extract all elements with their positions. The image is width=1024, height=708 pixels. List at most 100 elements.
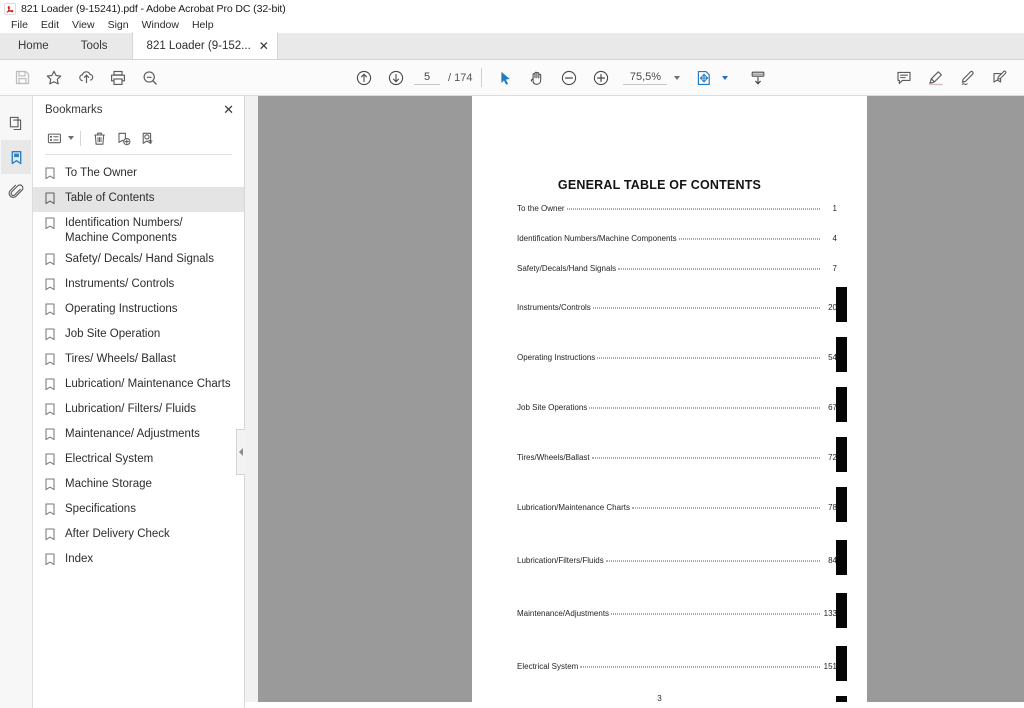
bookmark-item-to-the-owner[interactable]: To The Owner (33, 162, 244, 187)
viewer-bottom-strip (245, 702, 1024, 708)
bookmark-label: Operating Instructions (65, 303, 178, 315)
bookmark-icon (45, 300, 61, 321)
zoom-level-value[interactable]: 75,5% (623, 71, 668, 85)
section-thumb-tab (836, 387, 847, 422)
toc-leader-dots (618, 264, 820, 270)
options-chevron-down-icon[interactable] (68, 136, 74, 140)
document-viewer[interactable]: GENERAL TABLE OF CONTENTS To the Owner 1 I… (245, 96, 1024, 708)
section-thumb-tab (836, 487, 847, 522)
print-icon[interactable] (102, 63, 134, 93)
star-icon[interactable] (38, 63, 70, 93)
toc-entry[interactable]: Identification Numbers/Machine Component… (517, 234, 837, 243)
toc-entry-page: 1 (832, 204, 837, 213)
close-icon[interactable]: ✕ (219, 104, 238, 117)
bookmarks-list[interactable]: To The Owner Table of Contents Identific… (33, 159, 244, 708)
bookmark-label: Maintenance/ Adjustments (65, 428, 200, 440)
section-thumb-tab (836, 287, 847, 322)
scroll-mode-icon[interactable] (742, 63, 774, 93)
menu-view[interactable]: View (66, 17, 102, 33)
menu-window[interactable]: Window (136, 17, 186, 33)
tab-home[interactable]: Home (0, 32, 67, 59)
menu-file[interactable]: File (5, 17, 35, 33)
highlight-bookmark-icon[interactable] (135, 127, 159, 149)
toc-entry[interactable]: Electrical System 151 (517, 662, 837, 671)
bookmark-item-specifications[interactable]: Specifications (33, 498, 244, 523)
menu-edit[interactable]: Edit (35, 17, 66, 33)
toc-entry-label: Safety/Decals/Hand Signals (517, 264, 617, 273)
toc-entry[interactable]: Operating Instructions 54 (517, 353, 837, 362)
zoom-level-control[interactable]: 75,5% (623, 71, 681, 85)
toc-leader-dots (605, 556, 820, 562)
page-navigation: 5 / 174 (414, 71, 472, 85)
tab-document[interactable]: 821 Loader (9-152... ✕ (131, 32, 278, 59)
section-thumb-tab (836, 337, 847, 372)
toc-entry[interactable]: Safety/Decals/Hand Signals 7 (517, 264, 837, 273)
menu-sign[interactable]: Sign (102, 17, 136, 33)
search-icon[interactable] (134, 63, 166, 93)
comment-icon[interactable] (888, 63, 920, 93)
zoom-out-icon[interactable] (553, 63, 585, 93)
title-bar: 821 Loader (9-15241).pdf - Adobe Acrobat… (0, 0, 1024, 17)
fit-page-chevron-down-icon[interactable] (722, 75, 729, 80)
toc-entry[interactable]: Instruments/Controls 20 (517, 303, 837, 312)
toc-leader-dots (589, 403, 820, 409)
bookmark-item-safety-decals-hand-signals[interactable]: Safety/ Decals/ Hand Signals (33, 248, 244, 273)
menu-bar: File Edit View Sign Window Help (0, 17, 1024, 33)
toc-leader-dots (592, 303, 820, 309)
toc-entry-page: 7 (832, 264, 837, 273)
previous-page-icon[interactable] (348, 63, 380, 93)
save-icon[interactable] (6, 63, 38, 93)
draw-icon[interactable] (952, 63, 984, 93)
bookmark-icon (45, 250, 61, 271)
bookmark-item-maintenance-adjustments[interactable]: Maintenance/ Adjustments (33, 423, 244, 448)
delete-bookmark-icon[interactable] (87, 127, 111, 149)
tab-tools[interactable]: Tools (67, 32, 122, 59)
toc-leader-dots (631, 503, 820, 509)
bookmark-item-machine-storage[interactable]: Machine Storage (33, 473, 244, 498)
panel-collapse-handle[interactable] (236, 429, 245, 475)
navigation-rail (0, 96, 33, 708)
bookmark-item-tires-wheels-ballast[interactable]: Tires/ Wheels/ Ballast (33, 348, 244, 373)
new-bookmark-icon[interactable] (111, 127, 135, 149)
toc-entry[interactable]: To the Owner 1 (517, 204, 837, 213)
attachments-icon[interactable] (1, 174, 31, 208)
zoom-in-icon[interactable] (585, 63, 617, 93)
toc-entry[interactable]: Tires/Wheels/Ballast 72 (517, 453, 837, 462)
menu-help[interactable]: Help (186, 17, 221, 33)
toc-leader-dots (591, 453, 820, 459)
cloud-upload-icon[interactable] (70, 63, 102, 93)
pdf-page: GENERAL TABLE OF CONTENTS To the Owner 1 I… (472, 96, 867, 708)
toc-entry[interactable]: Lubrication/Maintenance Charts 78 (517, 503, 837, 512)
cursor-select-icon[interactable] (489, 63, 521, 93)
close-icon[interactable]: ✕ (259, 40, 269, 52)
fit-page-icon[interactable] (688, 63, 720, 93)
bookmark-item-operating-instructions[interactable]: Operating Instructions (33, 298, 244, 323)
next-page-icon[interactable] (380, 63, 412, 93)
bookmark-item-lubrication-filters-fluids[interactable]: Lubrication/ Filters/ Fluids (33, 398, 244, 423)
bookmark-item-identification-numbers[interactable]: Identification Numbers/ Machine Componen… (33, 212, 244, 248)
bookmarks-icon[interactable] (1, 140, 31, 174)
toolbar-divider-1 (481, 68, 483, 87)
bookmark-item-index[interactable]: Index (33, 548, 244, 573)
highlight-icon[interactable] (920, 63, 952, 93)
bookmark-item-instruments-controls[interactable]: Instruments/ Controls (33, 273, 244, 298)
bookmark-label: Index (65, 553, 94, 565)
toc-entry[interactable]: Job Site Operations 67 (517, 403, 837, 412)
toc-entry-page: 4 (832, 234, 837, 243)
toc-entry-page: 67 (828, 403, 837, 412)
bookmark-item-after-delivery-check[interactable]: After Delivery Check (33, 523, 244, 548)
bookmark-item-table-of-contents[interactable]: Table of Contents (33, 187, 244, 212)
bookmark-item-job-site-operation[interactable]: Job Site Operation (33, 323, 244, 348)
toc-entry[interactable]: Maintenance/Adjustments 133 (517, 609, 837, 618)
toc-entry[interactable]: Lubrication/Filters/Fluids 84 (517, 556, 837, 565)
fill-sign-icon[interactable] (984, 63, 1016, 93)
hand-pan-icon[interactable] (521, 63, 553, 93)
bookmark-label: Table of Contents (65, 192, 155, 204)
bookmark-item-lubrication-maintenance-charts[interactable]: Lubrication/ Maintenance Charts (33, 373, 244, 398)
options-list-icon[interactable] (42, 127, 66, 149)
page-thumbnails-icon[interactable] (1, 106, 31, 140)
bookmark-label: To The Owner (65, 167, 138, 179)
chevron-down-icon[interactable] (674, 75, 681, 80)
bookmark-item-electrical-system[interactable]: Electrical System (33, 448, 244, 473)
page-number-input[interactable]: 5 (414, 71, 440, 85)
